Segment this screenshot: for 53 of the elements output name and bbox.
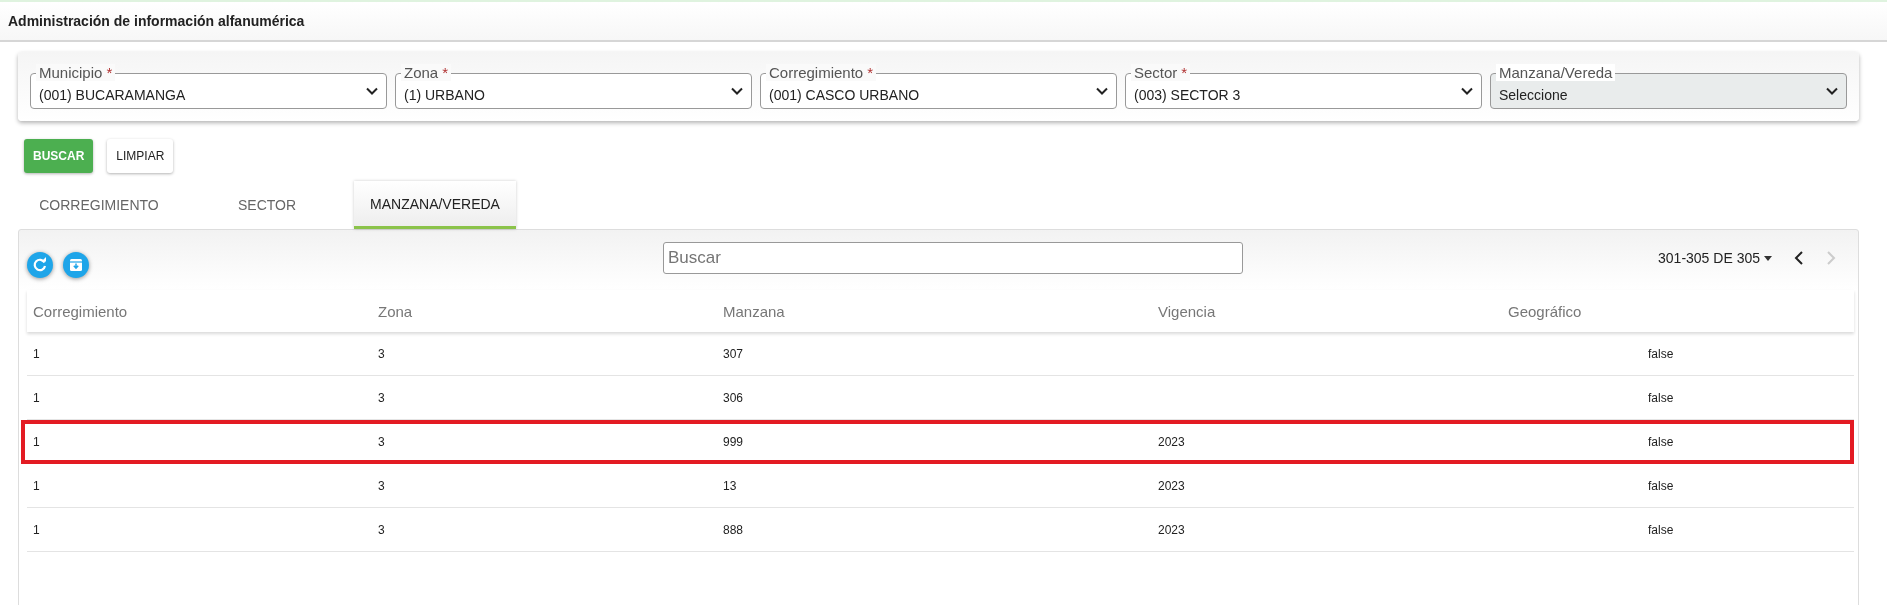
table-cell: false: [1648, 346, 1674, 361]
table-cell: 3: [378, 478, 385, 493]
chevron-down-icon: [731, 87, 743, 95]
table-cell: 13: [723, 478, 737, 493]
page-range-dropdown[interactable]: 301-305 DE 305: [1658, 250, 1772, 266]
chevron-down-icon: [1096, 87, 1108, 95]
table-cell: false: [1648, 478, 1674, 493]
column-header: Zona: [377, 302, 414, 320]
table-cell: 1: [33, 522, 40, 537]
field-label: Municipio: [39, 64, 103, 81]
required-asterisk: *: [442, 64, 449, 81]
tab[interactable]: MANZANA/VEREDA: [354, 181, 516, 229]
field-label: Sector: [1134, 64, 1178, 81]
required-asterisk: *: [1181, 64, 1188, 81]
table-cell: 2023: [1158, 478, 1185, 493]
refresh-icon[interactable]: [27, 252, 53, 278]
table-cell: 3: [378, 346, 385, 361]
required-asterisk: *: [867, 64, 874, 81]
table-cell: false: [1648, 522, 1674, 537]
chevron-down-icon: [1826, 87, 1838, 95]
table-cell: 3: [378, 390, 385, 405]
chevron-down-icon: [1461, 87, 1473, 95]
table-cell: 1: [33, 390, 40, 405]
tab[interactable]: CORREGIMIENTO: [18, 181, 180, 229]
table-cell: 2023: [1158, 522, 1185, 537]
archive-download-icon[interactable]: [63, 252, 89, 278]
search-field[interactable]: Buscar: [663, 242, 1243, 274]
table-cell: 2023: [1158, 434, 1185, 449]
field-label: Corregimiento: [769, 64, 864, 81]
column-header: Manzana: [722, 302, 786, 320]
page-title: Administración de información alfanumérica: [8, 13, 305, 29]
column-header: Vigencia: [1157, 302, 1217, 320]
table-cell: 1: [33, 346, 40, 361]
table-cell: 1: [33, 434, 40, 449]
table-cell: false: [1648, 390, 1674, 405]
table-cell: 888: [723, 522, 744, 537]
table-cell: 3: [378, 522, 385, 537]
chevron-down-icon: [366, 87, 378, 95]
table-cell: 1: [33, 478, 40, 493]
field-label: Zona: [404, 64, 439, 81]
tab[interactable]: SECTOR: [186, 181, 348, 229]
previous-page-icon[interactable]: [1794, 251, 1804, 265]
table-cell: 307: [723, 346, 744, 361]
table-cell: 3: [378, 434, 385, 449]
table-cell: 999: [723, 434, 744, 449]
table-cell: false: [1648, 434, 1674, 449]
action-button[interactable]: LIMPIAR: [107, 139, 174, 173]
required-asterisk: *: [106, 64, 113, 81]
column-header: Corregimiento: [32, 302, 129, 320]
caret-icon: [1764, 255, 1772, 261]
column-header: Geográfico: [1507, 302, 1583, 320]
field-label: Manzana/Vereda: [1499, 64, 1613, 81]
table-cell: 306: [723, 390, 744, 405]
